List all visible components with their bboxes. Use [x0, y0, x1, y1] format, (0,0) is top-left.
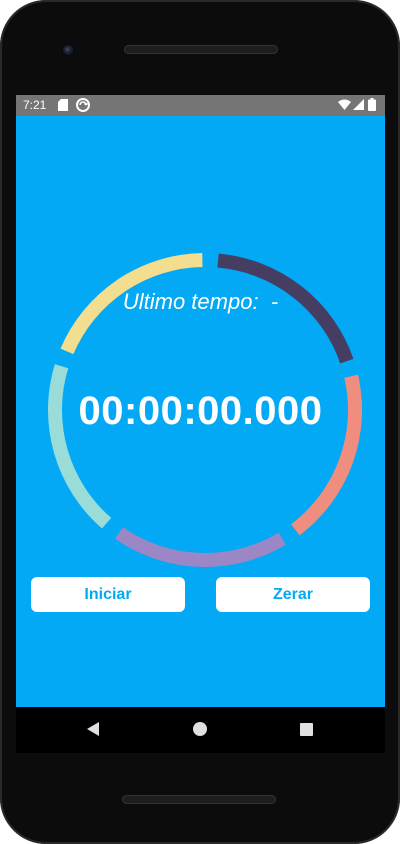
top-speaker [124, 45, 278, 54]
front-camera [60, 42, 76, 58]
signal-icon [353, 99, 364, 110]
back-icon[interactable] [87, 722, 99, 736]
recents-icon[interactable] [300, 723, 313, 736]
start-button[interactable]: Iniciar [31, 577, 185, 612]
navigation-bar [16, 707, 385, 753]
ring-segment [60, 253, 203, 355]
wifi-icon [338, 99, 351, 110]
ring-segment [217, 253, 354, 364]
status-bar: 7:21 [16, 95, 385, 116]
reset-button[interactable]: Zerar [216, 577, 370, 612]
sd-card-icon [58, 99, 68, 111]
battery-icon [368, 98, 376, 111]
app-screen: 7:21 Ultimo tempo: - 00:00:00.000 Inicia… [16, 95, 385, 707]
timer-display: 00:00:00.000 [78, 389, 323, 433]
sync-icon [76, 98, 90, 112]
bottom-speaker [122, 795, 276, 804]
home-icon[interactable] [193, 722, 207, 736]
ring-segment [114, 527, 286, 567]
status-time: 7:21 [23, 98, 47, 112]
phone-frame: 7:21 Ultimo tempo: - 00:00:00.000 Inicia… [0, 0, 400, 844]
